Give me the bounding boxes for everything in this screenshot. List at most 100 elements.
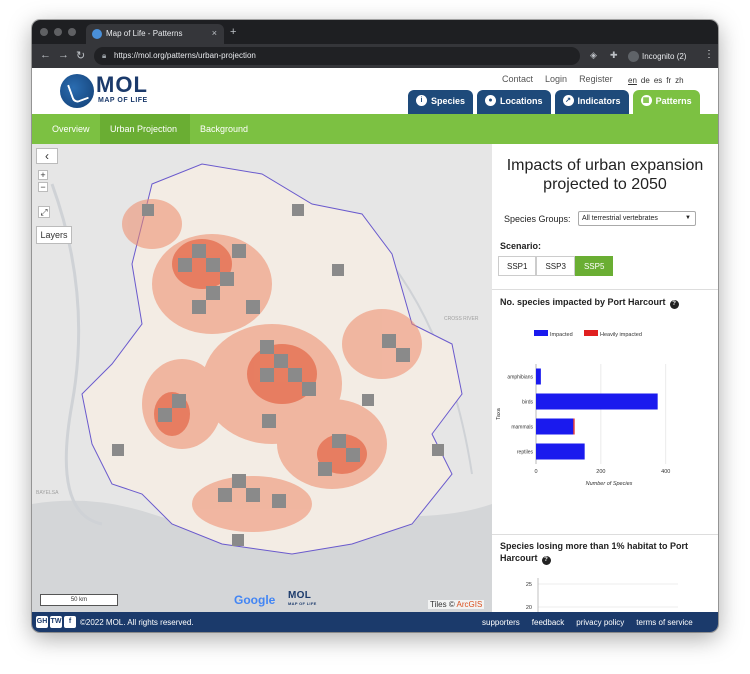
lang-de[interactable]: de — [641, 76, 650, 85]
nav-tab-label: Indicators — [577, 96, 621, 106]
close-tab-icon[interactable]: × — [212, 28, 217, 38]
github-icon[interactable]: GH — [36, 616, 48, 628]
section-divider — [492, 534, 718, 535]
nav-tab-label: Patterns — [655, 96, 692, 106]
maximize-window-button[interactable] — [68, 28, 76, 36]
site-footer: GH TW f ©2022 MOL. All rights reserved. … — [32, 612, 718, 632]
nav-tab-patterns[interactable]: ▦ Patterns — [632, 90, 700, 114]
mol-watermark-logo: MOL MAP OF LIFE — [288, 590, 317, 606]
results-panel: Impacts of urban expansion projected to … — [492, 144, 718, 612]
back-arrow-icon[interactable]: ← — [40, 49, 51, 61]
reload-icon[interactable]: ↻ — [76, 49, 85, 62]
map-attribution: Tiles © ArcGIS — [428, 600, 485, 609]
puzzle-extension-icon[interactable]: ✚ — [610, 50, 618, 61]
browser-window: Map of Life - Patterns × + ← → ↻ 🔒︎ http… — [32, 20, 718, 632]
y-axis-title: Taxa — [496, 407, 502, 420]
subnav-urban-projection[interactable]: Urban Projection — [100, 114, 190, 144]
subnav-background[interactable]: Background — [192, 114, 262, 144]
zoom-in-button[interactable]: + — [38, 170, 48, 180]
grid-icon: ▦ — [640, 95, 652, 106]
lang-zh[interactable]: zh — [675, 76, 683, 85]
layers-button[interactable]: Layers — [36, 226, 72, 244]
scenario-label: Scenario: — [500, 241, 542, 251]
contact-link[interactable]: Contact — [502, 74, 533, 84]
lang-es[interactable]: es — [654, 76, 662, 85]
section-divider — [492, 289, 718, 290]
browser-tab-bar: Map of Life - Patterns × + — [32, 20, 718, 44]
map-scale-bar: 50 km — [40, 594, 118, 606]
close-window-button[interactable] — [40, 28, 48, 36]
x-tick-label-2: 400 — [661, 469, 670, 475]
subnav-overview[interactable]: Overview — [42, 114, 98, 144]
logo-title[interactable]: MOL — [96, 72, 148, 98]
scenario-ssp3-button[interactable]: SSP3 — [536, 256, 575, 276]
fullscreen-icon[interactable]: ⤢ — [38, 206, 50, 218]
arcgis-link[interactable]: ArcGIS — [457, 600, 483, 609]
bar-birds-0 — [536, 393, 658, 410]
copyright-text: ©2022 MOL. All rights reserved. — [80, 618, 194, 627]
info-icon: i — [416, 95, 427, 106]
shield-extension-icon[interactable]: ◈ — [590, 50, 597, 61]
footer-link-terms[interactable]: terms of service — [636, 618, 692, 627]
nav-tab-locations[interactable]: ● Locations — [477, 90, 551, 114]
habitat-loss-chart: 2025 — [526, 578, 678, 612]
social-links: GH TW f — [36, 616, 76, 628]
twitter-icon[interactable]: TW — [50, 616, 62, 628]
footer-links: supporters feedback privacy policy terms… — [482, 618, 693, 627]
login-link[interactable]: Login — [545, 74, 567, 84]
x-tick-label-1: 200 — [596, 469, 605, 475]
y-tick-label-reptiles: reptiles — [517, 450, 534, 456]
new-tab-button[interactable]: + — [230, 26, 236, 38]
legend-label-0: Impacted — [550, 332, 573, 338]
tab-title: Map of Life - Patterns — [106, 29, 183, 38]
help-icon[interactable]: ? — [669, 300, 679, 309]
species-groups-select[interactable]: All terrestrial vertebrates ▼ — [578, 211, 696, 226]
footer-link-supporters[interactable]: supporters — [482, 618, 520, 627]
footer-link-feedback[interactable]: feedback — [532, 618, 564, 627]
nav-tab-indicators[interactable]: ↗ Indicators — [554, 90, 629, 114]
collapse-panel-button[interactable]: ‹ — [36, 148, 58, 164]
nav-tab-species[interactable]: i Species — [408, 90, 474, 114]
site-header: MOL MAP OF LIFE Contact Login Register e… — [32, 68, 718, 114]
incognito-profile[interactable]: Incognito (2) — [628, 48, 686, 62]
x-tick-label-0: 0 — [534, 469, 537, 475]
register-link[interactable]: Register — [579, 74, 613, 84]
chart2-title: Species losing more than 1% habitat to P… — [500, 540, 710, 565]
logo-subtitle: MAP OF LIFE — [98, 97, 148, 104]
lang-en[interactable]: en — [628, 76, 637, 85]
mol-globe-logo-icon[interactable] — [60, 74, 94, 108]
footer-link-privacy[interactable]: privacy policy — [576, 618, 624, 627]
forward-arrow-icon[interactable]: → — [58, 49, 69, 61]
attribution-prefix: Tiles © — [430, 600, 457, 609]
main-nav: i Species ● Locations ↗ Indicators ▦ Pattern… — [408, 90, 700, 114]
y-tick-label-0: 20 — [526, 605, 532, 611]
mol-watermark-title: MOL — [288, 590, 312, 601]
legend-label-1: Heavily impacted — [600, 332, 642, 338]
facebook-icon[interactable]: f — [64, 616, 76, 628]
browser-tab[interactable]: Map of Life - Patterns × — [86, 24, 224, 44]
browser-menu-icon[interactable]: ⋮ — [704, 49, 714, 60]
scenario-ssp5-button[interactable]: SSP5 — [574, 256, 614, 276]
url-text: https://mol.org/patterns/urban-projectio… — [114, 51, 256, 60]
nav-tab-label: Locations — [500, 96, 543, 106]
minimize-window-button[interactable] — [54, 28, 62, 36]
zoom-out-button[interactable]: − — [38, 182, 48, 192]
bar-mammals-1 — [573, 418, 575, 435]
map-canvas[interactable]: CROSS RIVER BAYELSA — [32, 144, 492, 612]
address-bar-row: ← → ↻ 🔒︎ https://mol.org/patterns/urban-… — [32, 44, 718, 68]
help-icon[interactable]: ? — [541, 556, 551, 565]
mol-watermark-subtitle: MAP OF LIFE — [288, 601, 317, 606]
place-label-bayelsa: BAYELSA — [36, 490, 59, 496]
url-field[interactable]: 🔒︎ https://mol.org/patterns/urban-projec… — [94, 47, 580, 65]
map-view[interactable]: CROSS RIVER BAYELSA ‹ + − ⤢ Layers 50 km… — [32, 144, 492, 612]
scenario-ssp1-button[interactable]: SSP1 — [498, 256, 537, 276]
y-tick-label-mammals: mammals — [511, 425, 533, 431]
incognito-icon — [628, 51, 639, 62]
lang-fr[interactable]: fr — [666, 76, 671, 85]
location-pin-icon: ● — [485, 95, 497, 106]
y-tick-label-birds: birds — [522, 400, 533, 406]
lock-icon: 🔒︎ — [102, 51, 107, 60]
favicon-icon — [92, 29, 102, 39]
species-groups-label: Species Groups: — [504, 214, 571, 224]
bar-mammals-0 — [536, 418, 574, 435]
